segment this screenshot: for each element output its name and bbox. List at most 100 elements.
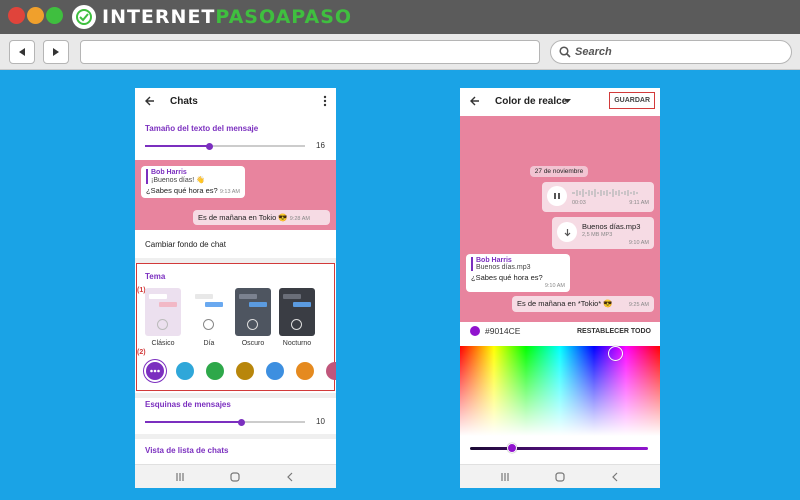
theme-title: Tema bbox=[145, 272, 166, 281]
message-time: 9:25 AM bbox=[628, 302, 649, 308]
system-nav-bar bbox=[460, 464, 660, 488]
recent-apps-icon[interactable] bbox=[175, 471, 185, 483]
minimize-window-button[interactable] bbox=[27, 7, 44, 24]
back-arrow-icon[interactable] bbox=[469, 95, 481, 107]
theme-radio[interactable] bbox=[203, 319, 214, 330]
theme-dark-card[interactable] bbox=[235, 288, 271, 336]
chat-list-view-title: Vista de lista de chats bbox=[145, 446, 229, 455]
file-size: 2,5 MB MP3 bbox=[582, 232, 613, 238]
quote-text: ¡Buenos días! 👋 bbox=[151, 177, 205, 184]
date-chip: 27 de noviembre bbox=[530, 166, 588, 177]
selected-color-swatch bbox=[470, 326, 480, 336]
waveform-icon bbox=[572, 189, 638, 197]
theme-radio[interactable] bbox=[247, 319, 258, 330]
search-icon bbox=[559, 46, 571, 58]
selected-dots-icon bbox=[150, 369, 160, 373]
text-size-slider[interactable] bbox=[145, 142, 305, 150]
message-time: 9:11 AM bbox=[629, 200, 649, 206]
recent-apps-icon[interactable] bbox=[500, 471, 510, 483]
color-picker-ring[interactable] bbox=[608, 346, 623, 361]
site-name: INTERNETPASOAPASO bbox=[102, 6, 352, 28]
reply-quote: Bob Harris Buenos días.mp3 bbox=[471, 257, 565, 271]
accent-color-screen: Color de realce GUARDAR 27 de noviembre … bbox=[460, 88, 660, 488]
quote-text: Buenos días.mp3 bbox=[476, 264, 531, 271]
theme-radio[interactable] bbox=[157, 319, 168, 330]
accent-color-option[interactable] bbox=[176, 362, 194, 380]
close-window-button[interactable] bbox=[8, 7, 25, 24]
brightness-slider[interactable] bbox=[470, 447, 648, 450]
window-titlebar: INTERNETPASOAPASO bbox=[0, 0, 800, 34]
accent-color-option[interactable] bbox=[236, 362, 254, 380]
message-time: 9:28 AM bbox=[289, 216, 310, 222]
page-title[interactable]: Color de realce bbox=[495, 96, 567, 107]
search-label: Search bbox=[575, 46, 612, 58]
home-icon[interactable] bbox=[554, 471, 566, 483]
theme-label: Oscuro bbox=[241, 340, 265, 347]
marker-2: (2) bbox=[137, 349, 146, 356]
search-box[interactable]: Search bbox=[550, 40, 792, 64]
address-bar[interactable] bbox=[80, 40, 540, 64]
reply-quote: Bob Harris ¡Buenos días! 👋 bbox=[146, 169, 240, 184]
section-divider bbox=[135, 434, 336, 439]
download-button[interactable] bbox=[557, 222, 577, 242]
corners-slider[interactable] bbox=[145, 418, 305, 426]
message-time: 9:10 AM bbox=[544, 283, 565, 289]
voice-message: 00:03 9:11 AM bbox=[542, 182, 654, 212]
corners-value: 10 bbox=[316, 417, 325, 426]
pause-icon bbox=[554, 193, 560, 199]
corners-slider-thumb[interactable] bbox=[237, 418, 245, 426]
accent-color-option[interactable] bbox=[266, 362, 284, 380]
home-icon[interactable] bbox=[229, 471, 241, 483]
site-logo: INTERNETPASOAPASO bbox=[72, 5, 352, 29]
site-name-part-2: PASOAPASO bbox=[215, 6, 353, 28]
back-triangle-icon bbox=[19, 48, 25, 56]
text-size-slider-fill bbox=[145, 145, 209, 147]
forward-button[interactable] bbox=[43, 40, 69, 64]
file-name: Buenos días.mp3 bbox=[582, 222, 641, 231]
section-divider bbox=[135, 393, 336, 398]
browser-toolbar: Search bbox=[0, 34, 800, 70]
forward-triangle-icon bbox=[53, 48, 59, 56]
nav-back-icon[interactable] bbox=[610, 471, 620, 483]
text-size-title: Tamaño del texto del mensaje bbox=[145, 124, 259, 133]
color-spectrum-picker[interactable] bbox=[460, 346, 660, 436]
theme-day-card[interactable] bbox=[191, 288, 227, 336]
nav-back-icon[interactable] bbox=[285, 471, 295, 483]
theme-radio[interactable] bbox=[291, 319, 302, 330]
save-button[interactable]: GUARDAR bbox=[609, 92, 655, 109]
back-button[interactable] bbox=[9, 40, 35, 64]
maximize-window-button[interactable] bbox=[46, 7, 63, 24]
file-message: Buenos días.mp3 2,5 MB MP3 9:10 AM bbox=[552, 217, 654, 249]
app-bar: Chats bbox=[135, 88, 336, 116]
logo-icon bbox=[72, 5, 96, 29]
message-text: Es de mañana en *Tokio* 😎 bbox=[517, 299, 613, 308]
corners-title: Esquinas de mensajes bbox=[145, 400, 231, 409]
theme-night-card[interactable] bbox=[279, 288, 315, 336]
theme-label: Nocturno bbox=[282, 340, 312, 347]
theme-classic-card[interactable] bbox=[145, 288, 181, 336]
accent-color-option[interactable] bbox=[296, 362, 314, 380]
chat-preview: Bob Harris ¡Buenos días! 👋 ¿Sabes qué ho… bbox=[135, 160, 336, 230]
quote-sender: Bob Harris bbox=[151, 169, 187, 176]
corners-slider-fill bbox=[145, 421, 241, 423]
site-name-part-1: INTERNET bbox=[102, 6, 216, 28]
incoming-message: Bob Harris ¡Buenos días! 👋 ¿Sabes qué ho… bbox=[141, 166, 245, 198]
dropdown-caret-icon[interactable] bbox=[564, 99, 571, 104]
download-arrow-icon bbox=[564, 228, 570, 236]
system-nav-bar bbox=[135, 464, 336, 488]
pause-button[interactable] bbox=[547, 186, 567, 206]
reset-all-button[interactable]: RESTABLECER TODO bbox=[577, 328, 651, 335]
more-options-icon[interactable] bbox=[322, 95, 328, 107]
message-text: ¿Sabes qué hora es? bbox=[471, 273, 543, 282]
change-chat-background[interactable]: Cambiar fondo de chat bbox=[145, 240, 226, 249]
text-size-slider-thumb[interactable] bbox=[205, 142, 213, 150]
theme-label: Clásico bbox=[151, 340, 175, 347]
accent-color-option[interactable] bbox=[206, 362, 224, 380]
reply-message: Bob Harris Buenos días.mp3 ¿Sabes qué ho… bbox=[466, 254, 570, 292]
accent-color-option[interactable] bbox=[146, 362, 164, 380]
brightness-slider-thumb[interactable] bbox=[507, 443, 517, 453]
chat-settings-screen: Chats Tamaño del texto del mensaje 16 Bo… bbox=[135, 88, 336, 488]
hex-value-input[interactable]: #9014CE bbox=[485, 326, 520, 336]
app-bar: Color de realce GUARDAR bbox=[460, 88, 660, 116]
back-arrow-icon[interactable] bbox=[144, 95, 156, 107]
